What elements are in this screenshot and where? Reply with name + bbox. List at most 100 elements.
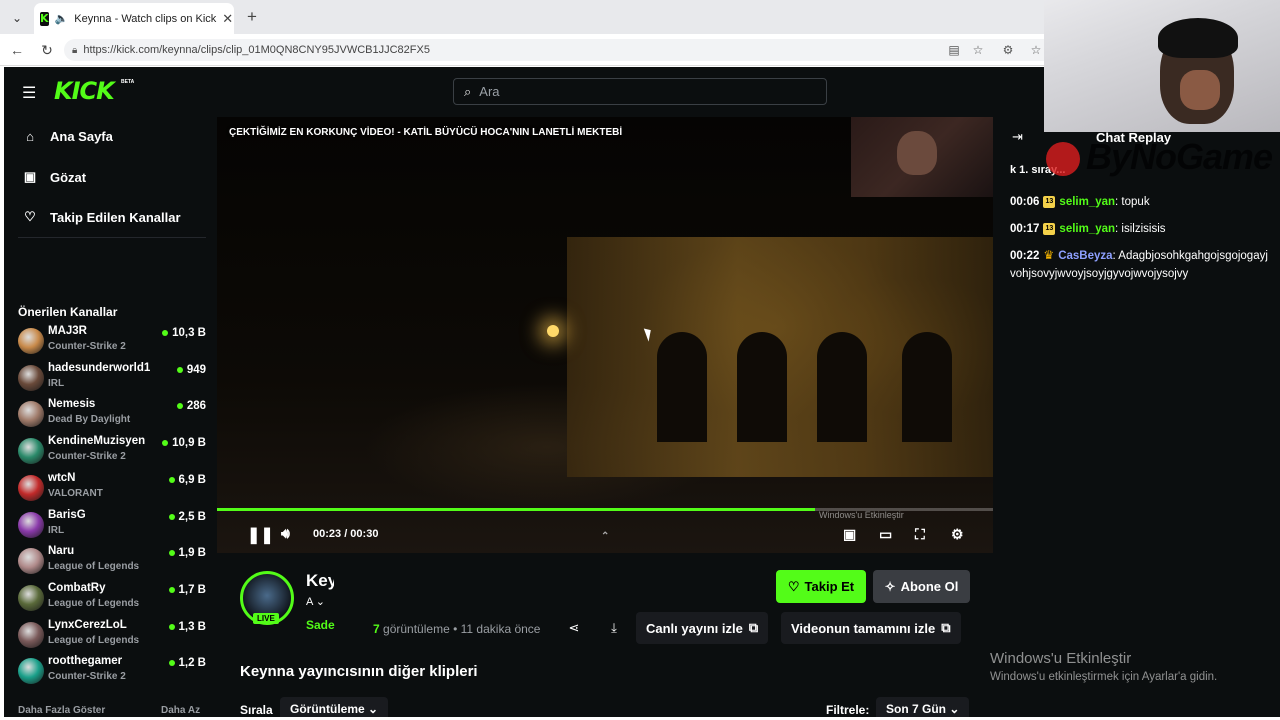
- beta-label: BETA: [121, 79, 135, 85]
- live-badge: LIVE: [253, 613, 279, 624]
- watch-live-button[interactable]: Canlı yayını izle ⧉: [636, 612, 769, 644]
- favorites-icon[interactable]: ☆: [1028, 42, 1044, 58]
- sidebar-channel[interactable]: Nemesis Dead By Daylight 286: [18, 398, 206, 434]
- refresh-icon[interactable]: ↻: [36, 40, 58, 60]
- sparkle-icon: ✧: [884, 578, 896, 594]
- channel-avatar: [18, 621, 44, 648]
- menu-icon[interactable]: ☰: [22, 83, 36, 103]
- home-icon: ⌂: [26, 129, 34, 144]
- volume-icon[interactable]: 🔊︎: [281, 525, 290, 542]
- viewer-count: 1,9 B: [178, 547, 207, 560]
- video-lamp: [547, 325, 559, 337]
- subscribe-button[interactable]: ✧ Abone Ol: [873, 570, 970, 603]
- sidebar-channel[interactable]: Naru League of Legends 1,9 B: [18, 545, 206, 581]
- settings-gear-icon[interactable]: ⚙: [951, 526, 964, 543]
- browser-tab-active[interactable]: K 🔈 Keynna - Watch clips on Kick ✕: [34, 3, 234, 34]
- channel-avatar: [18, 401, 44, 428]
- chat-text: : isilzisisis: [1115, 223, 1166, 235]
- speaker-icon[interactable]: 🔈: [55, 12, 69, 25]
- stats-separator: •: [453, 622, 458, 636]
- channel-viewers: 10,9 B: [162, 437, 206, 449]
- url-field[interactable]: 🔒︎ https://kick.com/keynna/clips/clip_01…: [64, 39, 1054, 61]
- watch-full-button[interactable]: Videonun tamamını izle ⧉: [781, 612, 961, 644]
- back-icon[interactable]: ←: [6, 40, 28, 60]
- channel-name: LynxCerezLoL: [48, 618, 127, 631]
- filter-value: Son 7 Gün: [886, 702, 946, 716]
- streamer-facecam-overlay: [1044, 0, 1280, 132]
- viewer-count: 2,5 B: [178, 510, 207, 523]
- sidebar-item-following[interactable]: ♡ Takip Edilen Kanallar: [22, 209, 180, 225]
- sidebar-item-label: Ana Sayfa: [50, 129, 113, 144]
- viewer-count: 286: [186, 400, 206, 413]
- sidebar-item-browse[interactable]: ▣ Gözat: [22, 169, 86, 185]
- live-dot-icon: [168, 513, 175, 520]
- mini-player-icon[interactable]: ▣: [843, 526, 856, 543]
- sidebar-channel[interactable]: CombatRy League of Legends 1,7 B: [18, 582, 206, 618]
- streamer-sub-text: A: [306, 596, 313, 608]
- channel-name: CombatRy: [48, 581, 106, 594]
- chat-time: 00:06: [1010, 196, 1040, 208]
- chat-message: 00:22 ♛ CasBeyza: Adagbjosohkgahgojsgojoga…: [1010, 246, 1272, 283]
- viewer-count: 1,7 B: [178, 583, 207, 596]
- sidebar-channel[interactable]: KendineMuzisyen Counter-Strike 2 10,9 B: [18, 435, 206, 471]
- pause-icon[interactable]: ❚❚: [247, 525, 274, 545]
- channel-category: Dead By Daylight: [48, 414, 131, 426]
- sort-dropdown[interactable]: Görüntüleme ⌄: [280, 697, 389, 717]
- other-clips-title: Keynna yayıncısının diğer klipleri: [240, 663, 478, 680]
- download-icon[interactable]: ⤓: [604, 618, 624, 638]
- channel-name: Naru: [48, 545, 75, 558]
- channel-category: Counter-Strike 2: [48, 341, 126, 352]
- chat-message: 00:06 13 selim_yan: topuk: [1010, 193, 1272, 211]
- sidebar-channel[interactable]: MAJ3R Counter-Strike 2 10,3 B: [18, 325, 206, 361]
- follow-button[interactable]: ♡ Takip Et: [776, 570, 866, 603]
- brand-watermark: ByNoGame: [1086, 136, 1273, 177]
- video-player[interactable]: ÇEKTİĞİMİZ EN KORKUNÇ VİDEO! - KATİL BÜY…: [217, 117, 993, 553]
- viewer-count: 10,3 B: [172, 327, 206, 339]
- streamer-name[interactable]: Keynna: [306, 571, 334, 591]
- share-icon[interactable]: ⋖: [564, 618, 584, 638]
- chat-username[interactable]: CasBeyza: [1058, 250, 1112, 262]
- sidebar-channel[interactable]: rootthegamer Counter-Strike 2 1,2 B: [18, 655, 206, 691]
- filter-dropdown[interactable]: Son 7 Gün ⌄: [876, 697, 970, 717]
- chat-username[interactable]: selim_yan: [1059, 223, 1115, 235]
- chat-message: 00:17 13 selim_yan: isilzisisis: [1010, 220, 1272, 238]
- live-dot-icon: [168, 586, 175, 593]
- channel-name: rootthegamer: [48, 655, 123, 668]
- live-dot-icon: [168, 550, 175, 557]
- kick-logo[interactable]: KICK: [54, 77, 115, 105]
- extensions-icon[interactable]: ⚙: [1000, 42, 1016, 58]
- viewer-count: 6,9 B: [178, 473, 207, 486]
- search-input[interactable]: [479, 84, 780, 99]
- streamer-category[interactable]: Sade: [306, 618, 335, 632]
- chevron-up-icon[interactable]: ⌃: [601, 531, 609, 542]
- show-more-link[interactable]: Daha Fazla Göster: [18, 705, 105, 716]
- chevron-down-icon[interactable]: ⌄: [316, 596, 325, 608]
- external-link-icon: ⧉: [941, 620, 951, 635]
- channel-category: VALORANT: [48, 487, 103, 499]
- reader-view-icon[interactable]: ▤: [946, 42, 962, 58]
- sub-badge-icon: 13: [1043, 195, 1056, 208]
- search-box[interactable]: ⌕: [453, 78, 827, 105]
- facecam-hair: [1158, 18, 1238, 58]
- new-tab-button[interactable]: +: [242, 6, 262, 28]
- channel-name: KendineMuzisyen: [48, 435, 146, 448]
- close-tab-icon[interactable]: ✕: [222, 11, 233, 27]
- collapse-chat-icon[interactable]: ⇥: [1012, 129, 1023, 145]
- progress-fill: [217, 508, 815, 511]
- facecam-hand: [1180, 70, 1220, 110]
- sidebar-item-home[interactable]: ⌂ Ana Sayfa: [22, 129, 113, 144]
- sidebar-channel[interactable]: hadesunderworld1 IRL 949: [18, 362, 206, 398]
- sidebar-channel[interactable]: LynxCerezLoL League of Legends 1,3 B: [18, 619, 206, 655]
- channel-avatar: [18, 511, 44, 538]
- sidebar-channel[interactable]: wtcN VALORANT 6,9 B: [18, 472, 206, 508]
- live-dot-icon: [176, 366, 183, 373]
- chat-username[interactable]: selim_yan: [1059, 196, 1115, 208]
- favorite-star-icon[interactable]: ☆: [970, 42, 986, 58]
- sidebar-channel[interactable]: BarisG IRL 2,5 B: [18, 509, 206, 545]
- recommended-channels-title: Önerilen Kanallar: [18, 305, 118, 319]
- show-less-link[interactable]: Daha Az: [161, 705, 200, 716]
- theater-mode-icon[interactable]: ▭: [879, 526, 892, 543]
- fullscreen-icon[interactable]: ⛶: [915, 526, 925, 543]
- tab-list-button[interactable]: ⌄: [6, 7, 28, 29]
- video-arch: [657, 332, 707, 442]
